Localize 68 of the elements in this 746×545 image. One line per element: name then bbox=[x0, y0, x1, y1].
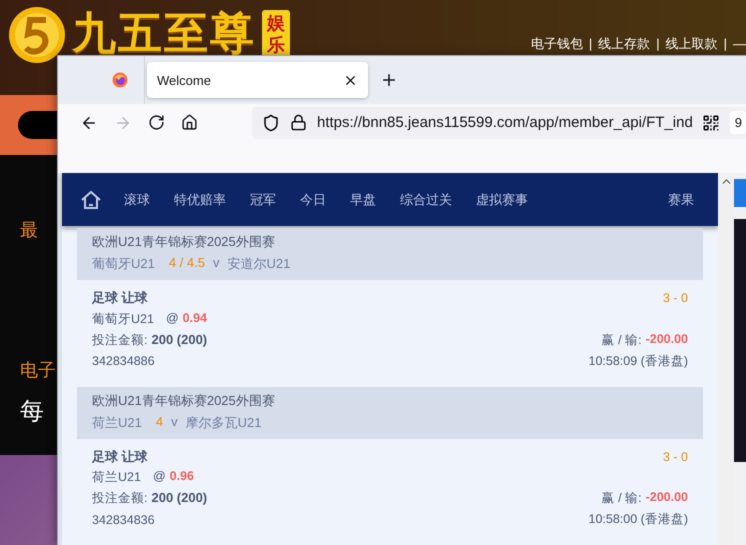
market-name: 足球 让球 bbox=[92, 448, 148, 466]
result-amount: -200.00 bbox=[646, 332, 688, 348]
top-link[interactable]: 电子钱包 bbox=[530, 36, 583, 51]
reload-icon bbox=[148, 114, 165, 131]
odds: 0.94 bbox=[182, 310, 207, 327]
toolbar-indicator[interactable]: 9 bbox=[730, 111, 746, 134]
league-name: 欧洲U21青年锦标赛2025外围赛 bbox=[92, 233, 276, 251]
at-sign: @ bbox=[166, 310, 179, 327]
handicap: 4 bbox=[156, 414, 164, 430]
top-link[interactable]: 线上取款 bbox=[666, 36, 718, 51]
at-sign: @ bbox=[152, 469, 166, 486]
logo-badge: 娱乐 bbox=[262, 10, 290, 58]
versus-text: v bbox=[171, 414, 178, 430]
qr-code-icon bbox=[702, 114, 720, 132]
stake-amount: 200 (200) bbox=[151, 490, 208, 508]
side-panel bbox=[734, 179, 746, 207]
team-name: 葡萄牙U21 bbox=[92, 255, 155, 273]
handicap: 4 / 4.5 bbox=[168, 255, 205, 272]
result-label: 赢 / 输: bbox=[602, 490, 642, 508]
league-name: 欧洲U21青年锦标赛2025外围赛 bbox=[92, 392, 276, 410]
tab-title: Welcome bbox=[157, 72, 212, 88]
scrollbar[interactable] bbox=[718, 173, 734, 545]
nav-item[interactable]: 冠军 bbox=[238, 190, 288, 208]
logo-text: 九五至尊 bbox=[72, 8, 256, 60]
result-label: 赢 / 输: bbox=[602, 332, 642, 349]
top-link[interactable]: 线上存款 bbox=[598, 36, 650, 51]
result-amount: -200.00 bbox=[646, 490, 688, 506]
score: 3 - 0 bbox=[662, 291, 688, 306]
shield-icon bbox=[262, 114, 280, 132]
bet-time: 10:58:09 (香港盘) bbox=[588, 352, 688, 370]
promo-text: 电子 bbox=[20, 360, 56, 381]
pick-team: 葡萄牙U21 bbox=[92, 310, 154, 328]
nav-item[interactable]: 早盘 bbox=[338, 190, 388, 208]
browser-tab[interactable]: Welcome bbox=[147, 62, 368, 98]
home-icon[interactable] bbox=[80, 188, 102, 210]
promo-text: 最 bbox=[20, 221, 38, 241]
nav-item[interactable]: 虚拟赛事 bbox=[464, 190, 540, 208]
logo-icon bbox=[8, 6, 66, 64]
stake-label: 投注金额: bbox=[92, 332, 148, 349]
market-name: 足球 让球 bbox=[92, 289, 148, 308]
url-text: https://bnn85.jeans115599.com/app/member_api/FT_ind bbox=[317, 114, 692, 131]
versus-text: v bbox=[213, 255, 220, 272]
bet-time: 10:58:00 (香港盘) bbox=[588, 511, 688, 528]
lock-icon bbox=[290, 114, 307, 131]
team-name: 荷兰U21 bbox=[92, 414, 142, 432]
top-link[interactable]: | bbox=[656, 36, 660, 51]
plus-icon bbox=[380, 71, 398, 89]
promo-text: 每 bbox=[20, 398, 44, 425]
team-name: 摩尔多瓦U21 bbox=[186, 414, 262, 432]
top-link[interactable]: | bbox=[588, 36, 592, 51]
nav-item[interactable]: 今日 bbox=[288, 190, 338, 208]
home-icon bbox=[181, 114, 198, 131]
pick-team: 荷兰U21 bbox=[92, 469, 141, 486]
stake-amount: 200 (200) bbox=[151, 332, 208, 349]
score: 3 - 0 bbox=[662, 450, 688, 464]
top-link[interactable]: — bbox=[733, 36, 746, 51]
stake-label: 投注金额: bbox=[92, 490, 148, 508]
ticket-number: 342834836 bbox=[92, 512, 155, 527]
ticket-number: 342834886 bbox=[92, 354, 155, 368]
team-name: 安道尔U21 bbox=[228, 255, 290, 273]
nav-item[interactable]: 综合过关 bbox=[388, 190, 464, 208]
top-link[interactable]: | bbox=[724, 36, 727, 51]
odds: 0.96 bbox=[170, 469, 194, 486]
nav-item[interactable]: 滚球 bbox=[112, 190, 162, 208]
browser-logo-icon bbox=[112, 72, 128, 88]
nav-item[interactable]: 特优赔率 bbox=[162, 190, 238, 208]
url-field[interactable]: https://bnn85.jeans115599.com/app/member_api/FT_ind 9 bbox=[252, 106, 746, 138]
nav-item[interactable]: 赛果 bbox=[656, 190, 706, 208]
